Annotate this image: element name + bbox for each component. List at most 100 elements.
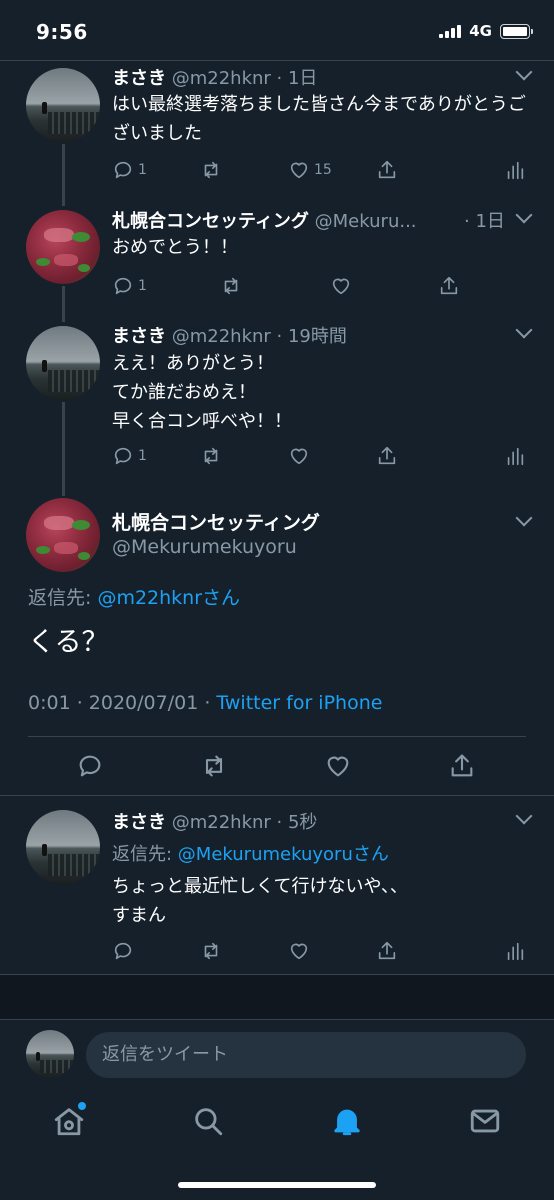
battery-icon [500,23,533,39]
share-button[interactable] [438,274,460,298]
analytics-icon [507,942,524,961]
share-button[interactable] [376,939,398,963]
reply-button[interactable] [76,752,104,780]
share-icon [378,160,396,179]
retweet-button[interactable] [200,444,222,468]
retweet-icon [204,447,218,465]
tweet-text-line: 早く合コン呼べや！！ [112,411,292,432]
heart-icon [290,448,308,465]
reply-count: 1 [138,162,147,178]
status-icons: 4G [439,22,533,40]
chevron-down-icon[interactable] [515,63,533,81]
tweet-actions [112,939,532,963]
display-name[interactable]: まさき [112,68,166,89]
retweet-icon [204,942,218,960]
like-button[interactable] [324,752,352,780]
avatar[interactable] [26,210,100,284]
tweet-timestamp: 0:01 · 2020/07/01 · Twitter for iPhone [28,692,383,714]
analytics-button[interactable] [504,939,526,963]
tweet-text: おめでとう！！ [112,237,238,258]
handle[interactable]: @Mekurumekuyoru [112,536,297,558]
like-button[interactable] [330,274,352,298]
tweet-text: はい最終選考落ちました皆さん今までありがとうございました [112,94,526,144]
display-name[interactable]: 札幌合コンセッティング [112,211,309,232]
tab-notifications[interactable] [330,1104,364,1138]
tweet-time: · 1日 [464,211,505,232]
reply-icon [79,755,101,777]
handle-time: @m22hknr · 19時間 [171,326,347,347]
reply-composer: 返信をツイート [0,1019,554,1087]
reply-button[interactable] [112,939,134,963]
like-button[interactable] [288,444,310,468]
chevron-down-icon[interactable] [515,807,533,825]
tweet-text: ええ！ありがとう！ てか誰だおめえ！ 早く合コン呼べや！！ [112,349,532,436]
notifications-icon [334,1109,360,1136]
share-icon [378,446,396,465]
header-divider [0,60,554,61]
notification-dot [78,1102,86,1110]
reply-icon [114,942,132,960]
reply-icon [114,161,132,179]
retweet-button[interactable] [200,158,222,182]
reply-button[interactable]: 1 [112,274,147,298]
home-indicator[interactable] [178,1182,376,1188]
reply-icon [114,447,132,465]
reply-to-link[interactable]: @m22hknrさん [97,587,240,609]
retweet-icon [204,161,218,179]
tweet-text-line: ええ！ありがとう！ [112,353,274,374]
tweet-text: ちょっと最近忙しくて行けないや、、 すまん [112,872,532,930]
analytics-button[interactable] [504,444,526,468]
tweet-text-line: すまん [112,905,166,926]
retweet-button[interactable] [220,274,242,298]
my-avatar[interactable] [26,1030,74,1078]
share-icon [451,754,473,777]
share-button[interactable] [448,752,476,780]
reply-input[interactable]: 返信をツイート [86,1032,526,1078]
like-button[interactable]: 15 [288,158,332,182]
thread-connector [62,402,65,496]
handle: @Mekuru... [314,211,417,232]
share-icon [440,276,458,295]
handle-time: @m22hknr · 5秒 [171,812,318,833]
retweet-button[interactable] [200,939,222,963]
tab-messages[interactable] [468,1104,502,1138]
chevron-down-icon[interactable] [515,509,533,527]
share-button[interactable] [376,444,398,468]
avatar[interactable] [26,498,100,572]
reply-icon [114,277,132,295]
tweet-header: 札幌合コンセッティング @Mekuru... [112,207,417,233]
heart-icon [327,756,349,777]
share-button[interactable] [376,158,398,182]
tweet-actions: 1 [112,274,532,298]
heart-icon [290,162,308,179]
avatar[interactable] [26,326,100,400]
display-name[interactable]: まさき [112,812,166,833]
avatar[interactable] [26,68,100,142]
retweet-icon [205,755,223,777]
share-icon [378,941,396,960]
tweet-header: まさき @m22hknr · 1日 [112,64,317,90]
messages-icon [470,1109,500,1133]
display-name[interactable]: まさき [112,326,166,347]
chevron-down-icon[interactable] [515,321,533,339]
reply-button[interactable]: 1 [112,158,147,182]
like-button[interactable] [288,939,310,963]
tab-search[interactable] [191,1104,225,1138]
source-link[interactable]: Twitter for iPhone [216,692,382,714]
tweet-actions: 1 [112,444,532,468]
tweet-text: くる？ [28,627,109,658]
thread-connector [62,286,65,322]
chevron-down-icon[interactable] [515,206,533,224]
reply-to-label: 返信先: @Mekurumekuyoruさん [112,844,389,865]
reply-button[interactable]: 1 [112,444,147,468]
retweet-button[interactable] [200,752,228,780]
reply-to-label: 返信先: @m22hknrさん [28,587,241,609]
retweet-icon [224,277,238,295]
display-name[interactable]: 札幌合コンセッティング [112,508,320,535]
reply-to-link[interactable]: @Mekurumekuyoruさん [178,844,389,865]
thread-connector [62,144,65,206]
analytics-button[interactable] [504,158,526,182]
analytics-icon [507,447,524,466]
heart-icon [332,278,350,295]
avatar[interactable] [26,810,100,884]
